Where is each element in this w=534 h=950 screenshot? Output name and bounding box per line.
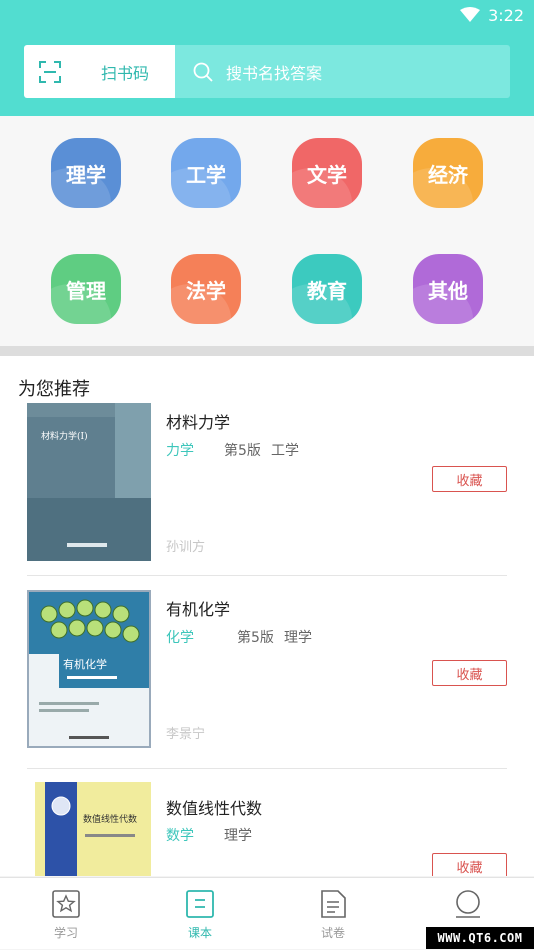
book-author: 李景宁 xyxy=(166,727,206,742)
search-icon xyxy=(193,62,213,82)
status-time: 3:22 xyxy=(488,5,524,25)
star-icon xyxy=(52,890,80,918)
book-field: 理学 xyxy=(224,828,252,844)
book-title: 有机化学 xyxy=(166,600,231,619)
scan-book-label: 扫书码 xyxy=(101,63,150,83)
section-divider xyxy=(0,346,534,356)
book-subject: 数学 xyxy=(166,828,194,844)
profile-icon xyxy=(456,890,480,918)
watermark: WWW.QT6.COM xyxy=(426,927,534,949)
wifi-icon xyxy=(460,7,481,22)
tab-study[interactable]: 学习 xyxy=(16,878,116,950)
collect-button[interactable]: 收藏 xyxy=(432,466,507,492)
book-cover: 数值线性代数 xyxy=(27,782,151,876)
book-title: 材料力学 xyxy=(166,413,231,432)
bottom-tab-bar: 学习 课本 试卷 WWW.QT6.COM xyxy=(0,877,534,949)
list-separator xyxy=(27,575,507,576)
status-bar: 3:22 xyxy=(460,4,524,26)
book-author: 孙训方 xyxy=(166,540,206,555)
category-label: 理学 xyxy=(66,162,106,187)
category-label: 管理 xyxy=(66,278,106,303)
cover-title: 数值线性代数 xyxy=(83,813,137,825)
category-engineering[interactable]: 工学 xyxy=(171,138,241,208)
tab-label: 课本 xyxy=(187,926,212,940)
book-subject: 力学 xyxy=(166,443,194,459)
search-bar: 扫书码 搜书名找答案 xyxy=(24,45,510,98)
recommend-title: 为您推荐 xyxy=(18,379,90,400)
category-label: 文学 xyxy=(307,162,347,187)
cover-title: 材料力学(Ⅰ) xyxy=(41,430,88,442)
book-cover: 材料力学(Ⅰ) xyxy=(27,403,151,561)
tab-label: 试卷 xyxy=(320,926,345,940)
document-icon xyxy=(321,890,346,918)
header-bar: 3:22 扫书码 搜书名找答案 xyxy=(0,0,534,116)
cover-title: 有机化学 xyxy=(63,657,107,671)
category-label: 其他 xyxy=(428,278,468,303)
tab-textbook[interactable]: 课本 xyxy=(150,878,250,950)
category-label: 工学 xyxy=(186,162,226,187)
collect-button[interactable]: 收藏 xyxy=(432,853,507,876)
category-education[interactable]: 教育 xyxy=(292,254,362,324)
category-label: 经济 xyxy=(428,162,468,187)
tab-exam[interactable]: 试卷 xyxy=(283,878,383,950)
scan-book-button[interactable]: 扫书码 xyxy=(24,45,175,98)
book-edition: 第5版 xyxy=(237,630,274,646)
category-label: 法学 xyxy=(186,278,226,303)
collect-button[interactable]: 收藏 xyxy=(432,660,507,686)
search-placeholder: 搜书名找答案 xyxy=(226,63,323,83)
list-separator xyxy=(27,768,507,769)
category-label: 教育 xyxy=(307,278,347,303)
book-cover: 有机化学 xyxy=(27,590,151,748)
category-science[interactable]: 理学 xyxy=(51,138,121,208)
recommend-section: 为您推荐 材料力学(Ⅰ) 材料力学 力学 第5版 工学 孙训方 收藏 有机化学 … xyxy=(0,356,534,876)
book-icon xyxy=(186,890,214,918)
scan-icon xyxy=(39,60,61,83)
category-economics[interactable]: 经济 xyxy=(413,138,483,208)
book-title: 数值线性代数 xyxy=(166,799,263,818)
book-subject: 化学 xyxy=(166,630,194,646)
book-edition: 第5版 xyxy=(224,443,261,459)
category-literature[interactable]: 文学 xyxy=(292,138,362,208)
category-management[interactable]: 管理 xyxy=(51,254,121,324)
book-field: 理学 xyxy=(284,630,312,646)
book-field: 工学 xyxy=(271,443,299,459)
category-other[interactable]: 其他 xyxy=(413,254,483,324)
category-law[interactable]: 法学 xyxy=(171,254,241,324)
tab-label: 学习 xyxy=(53,926,78,940)
category-grid: 理学 工学 文学 经济 管理 法学 教育 其他 xyxy=(0,116,534,346)
search-input[interactable]: 搜书名找答案 xyxy=(175,45,510,98)
